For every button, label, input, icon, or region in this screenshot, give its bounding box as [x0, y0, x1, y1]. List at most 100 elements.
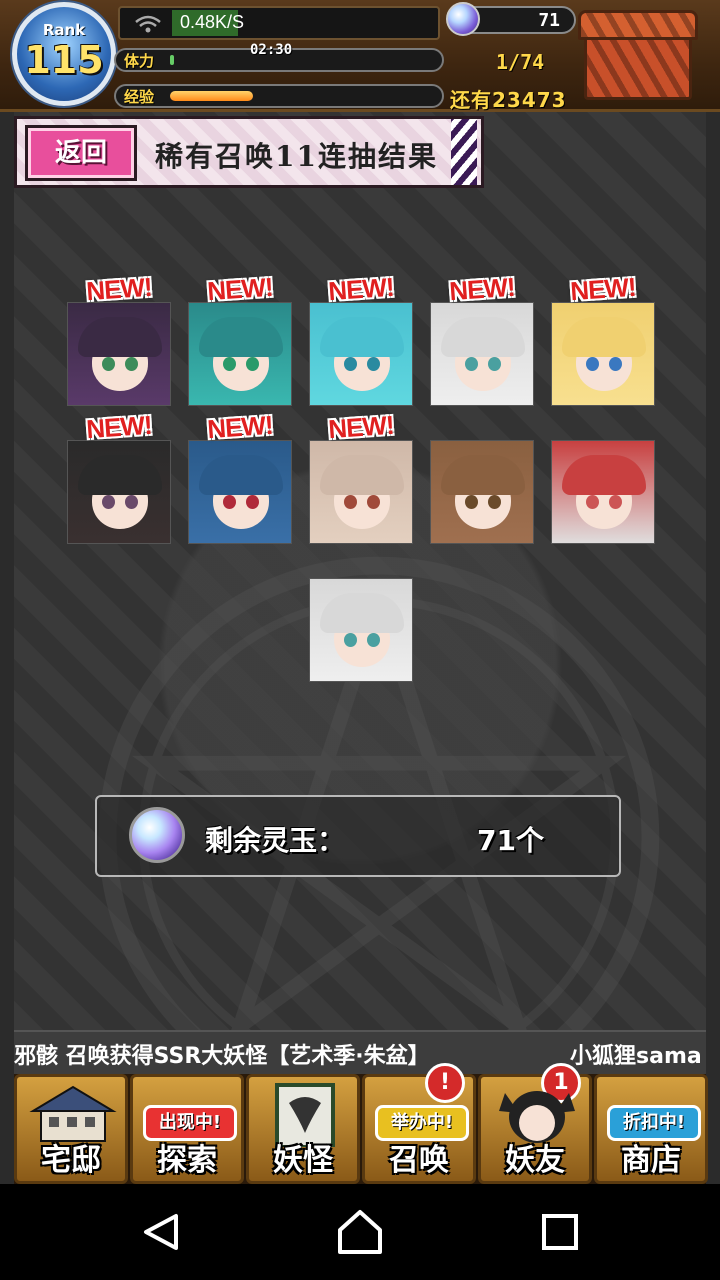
portrait-bangs [78, 317, 162, 357]
gem-count: 71 [538, 10, 560, 31]
back-button[interactable]: 返回 [25, 125, 137, 181]
exp-remaining: 还有23473 [450, 88, 567, 112]
portrait-eye [344, 357, 357, 371]
portrait-eye [367, 495, 380, 509]
result-card-11[interactable] [309, 578, 413, 682]
portrait-eye [465, 495, 478, 509]
character-portrait [67, 440, 171, 544]
spirit-jade-icon [129, 807, 185, 863]
nav-label: 宅邸 [41, 1143, 101, 1178]
announcement-ticker: 邪骸 召唤获得SSR大妖怪【艺术季·朱盆】 小狐狸sama [14, 1030, 706, 1074]
new-badge: NEW! [85, 409, 153, 445]
rank-label: Rank [42, 21, 86, 39]
result-card-5[interactable]: NEW! [551, 272, 655, 406]
portrait-bangs [320, 455, 404, 495]
result-card-1[interactable]: NEW! [67, 272, 171, 406]
portrait-eye [223, 357, 236, 371]
status-bar: Rank 115 0.48K/S 体力 02:30 1/74 经验 还有2347… [0, 0, 720, 112]
portrait-eye [609, 357, 622, 371]
character-portrait [309, 578, 413, 682]
remaining-jade-panel: 剩余灵玉： 71个 [95, 795, 621, 877]
character-portrait [551, 440, 655, 544]
nav-label: 商店 [621, 1143, 681, 1178]
portrait-eye [586, 357, 599, 371]
result-card-10[interactable] [551, 440, 655, 544]
result-card-8[interactable]: NEW! [309, 410, 413, 544]
game-screen: Rank 115 0.48K/S 体力 02:30 1/74 经验 还有2347… [0, 0, 720, 1184]
nav-label: 召唤 [389, 1143, 449, 1178]
stamina-timer: 02:30 [250, 42, 293, 58]
character-portrait [430, 440, 534, 544]
character-portrait [67, 302, 171, 406]
ticker-user: 小狐狸sama [570, 1044, 702, 1069]
portrait-eye [125, 495, 138, 509]
portrait-eye [586, 495, 599, 509]
portrait-bangs [441, 455, 525, 495]
portrait-bangs [320, 593, 404, 633]
portrait-eye [125, 357, 138, 371]
portrait-bangs [199, 317, 283, 357]
portrait-bangs [562, 317, 646, 357]
portrait-bangs [78, 455, 162, 495]
stamina-count: 1/74 [496, 50, 545, 74]
notification-badge: ! [425, 1063, 465, 1103]
rank-badge[interactable]: Rank 115 [12, 2, 116, 106]
portrait-eye [344, 633, 357, 647]
portrait-bangs [199, 455, 283, 495]
nav-friends-button[interactable]: 1 妖友 [478, 1063, 592, 1184]
portrait-eye [102, 495, 115, 509]
nav-explore-button[interactable]: 出现中! 探索 [130, 1074, 244, 1184]
portrait-eye [223, 495, 236, 509]
portrait-eye [246, 357, 259, 371]
character-portrait [309, 440, 413, 544]
stamina-label: 体力 [124, 52, 155, 70]
ticker-message: 邪骸 召唤获得SSR大妖怪【艺术季·朱盆】 [14, 1044, 430, 1069]
result-card-7[interactable]: NEW! [188, 410, 292, 544]
treasure-chest-icon[interactable] [578, 6, 698, 104]
summon-background [14, 112, 706, 1118]
character-portrait [551, 302, 655, 406]
bottom-nav: 宅邸 出现中! 探索 妖怪 ! 举办中! 召唤 1 妖友 折扣中! 商店 [14, 1063, 708, 1184]
new-badge: NEW! [327, 409, 395, 445]
network-indicator: 0.48K/S [118, 6, 440, 40]
remaining-jade-value: 71个 [477, 824, 544, 857]
result-card-3[interactable]: NEW! [309, 272, 413, 406]
back-button-label: 返回 [54, 138, 107, 168]
new-badge: NEW! [206, 271, 274, 307]
new-badge: NEW! [569, 271, 637, 307]
nav-summon-button[interactable]: ! 举办中! 召唤 [362, 1063, 476, 1184]
result-card-4[interactable]: NEW! [430, 272, 534, 406]
back-triangle-icon[interactable] [132, 1204, 188, 1260]
nav-label: 探索 [157, 1143, 217, 1178]
rank-value: 115 [24, 38, 104, 82]
portrait-eye [465, 357, 478, 371]
remaining-jade-label: 剩余灵玉： [205, 824, 346, 857]
result-card-2[interactable]: NEW! [188, 272, 292, 406]
new-badge: NEW! [85, 271, 153, 307]
nav-label: 妖友 [505, 1143, 565, 1178]
banner-stripe [451, 119, 477, 185]
nav-shop-button[interactable]: 折扣中! 商店 [594, 1074, 708, 1184]
exp-fill [170, 91, 253, 101]
character-portrait [430, 302, 534, 406]
exp-bar: 经验 [114, 84, 444, 108]
portrait-eye [488, 495, 501, 509]
result-card-6[interactable]: NEW! [67, 410, 171, 544]
result-card-9[interactable] [430, 440, 534, 544]
portrait-eye [367, 633, 380, 647]
android-nav-bar [0, 1184, 720, 1280]
title-banner: 返回 稀有召唤11连抽结果 [14, 116, 484, 188]
new-badge: NEW! [206, 409, 274, 445]
character-portrait [309, 302, 413, 406]
portrait-eye [246, 495, 259, 509]
portrait-eye [609, 495, 622, 509]
portrait-bangs [441, 317, 525, 357]
recents-square-icon[interactable] [532, 1204, 588, 1260]
portrait-eye [488, 357, 501, 371]
nav-yokai-button[interactable]: 妖怪 [246, 1074, 360, 1184]
new-badge: NEW! [327, 271, 395, 307]
wifi-icon [135, 15, 161, 33]
nav-mansion-button[interactable]: 宅邸 [14, 1074, 128, 1184]
exp-label: 经验 [124, 88, 155, 106]
home-icon[interactable] [332, 1204, 388, 1260]
